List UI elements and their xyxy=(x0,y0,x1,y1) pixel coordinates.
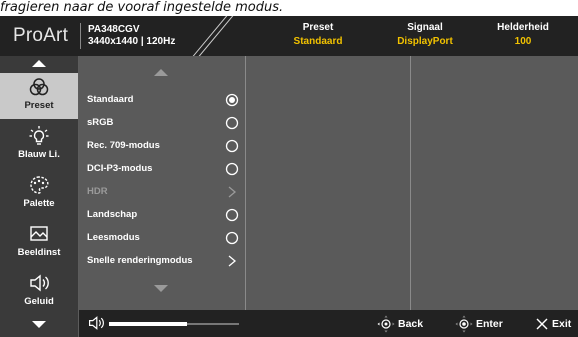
joystick-left-icon xyxy=(377,315,395,332)
osd-menu: ProArt PA348CGV 3440x1440 | 120Hz Preset… xyxy=(0,16,578,337)
header-brightness-key: Helderheid xyxy=(497,22,549,33)
header-signal-value: DisplayPort xyxy=(397,36,453,47)
palette-icon xyxy=(30,176,49,194)
header-preset-value: Standaard xyxy=(293,36,343,47)
chevron-right-icon[interactable] xyxy=(225,254,239,268)
menu-item-snelle-rendering[interactable]: Snelle renderingmodus xyxy=(79,250,245,272)
radio-icon[interactable] xyxy=(225,208,239,222)
submenu-panel-2 xyxy=(246,56,411,310)
volume-slider[interactable] xyxy=(109,322,239,326)
radio-icon[interactable] xyxy=(225,162,239,176)
close-icon xyxy=(536,318,548,329)
sidebar-item-label: Preset xyxy=(24,100,54,111)
joystick-press-icon xyxy=(455,315,473,332)
menu-item-label: Rec. 709-modus xyxy=(87,140,160,151)
exit-label: Exit xyxy=(552,317,572,330)
header-brightness: Helderheid 100 xyxy=(478,21,568,48)
menu-item-label: Snelle renderingmodus xyxy=(87,255,193,266)
sidebar-item-label: Beeldinst xyxy=(17,247,61,258)
menu-item-rec709[interactable]: Rec. 709-modus xyxy=(79,135,245,157)
sidebar-item-preset[interactable]: Preset xyxy=(0,73,78,119)
header-preset: Preset Standaard xyxy=(273,21,363,48)
preset-menu-panel: Standaard sRGB Rec. 709-modus DCI-P3-mod… xyxy=(79,56,246,310)
osd-header: ProArt PA348CGV 3440x1440 | 120Hz Preset… xyxy=(0,16,578,60)
chevron-right-icon xyxy=(228,186,237,198)
header-signal-key: Signaal xyxy=(407,22,443,33)
menu-item-leesmodus[interactable]: Leesmodus xyxy=(79,227,245,249)
preset-icon xyxy=(29,78,49,96)
radio-selected-icon[interactable] xyxy=(225,93,239,107)
menu-item-label: sRGB xyxy=(87,117,114,128)
osd-footer: Back Enter Exit xyxy=(79,310,578,337)
speaker-icon xyxy=(30,274,49,292)
menu-item-label: DCI-P3-modus xyxy=(87,163,153,174)
header-slash-decoration xyxy=(190,16,234,60)
model-info: PA348CGV 3440x1440 | 120Hz xyxy=(88,24,175,48)
menu-item-hdr: HDR xyxy=(79,181,245,203)
header-signal: Signaal DisplayPort xyxy=(380,21,470,48)
menu-up-arrow-icon[interactable] xyxy=(154,68,168,76)
menu-down-arrow-icon[interactable] xyxy=(154,285,168,293)
menu-item-standaard[interactable]: Standaard xyxy=(79,89,245,111)
radio-icon[interactable] xyxy=(225,116,239,130)
sidebar-item-palette[interactable]: Palette xyxy=(0,171,78,217)
menu-item-dci-p3[interactable]: DCI-P3-modus xyxy=(79,158,245,180)
sidebar-item-sound[interactable]: Geluid xyxy=(0,269,78,315)
sidebar-down-arrow-icon[interactable] xyxy=(32,321,46,329)
image-icon xyxy=(30,226,48,241)
submenu-panel-3 xyxy=(411,56,578,310)
exit-button[interactable]: Exit xyxy=(535,314,571,333)
sidebar-item-blue-light[interactable]: Blauw Li. xyxy=(0,122,78,168)
menu-item-label: Landschap xyxy=(87,209,138,220)
sidebar-item-label: Palette xyxy=(23,198,55,209)
model-name: PA348CGV xyxy=(88,24,140,35)
radio-icon[interactable] xyxy=(225,231,239,245)
sidebar-item-image[interactable]: Beeldinst xyxy=(0,220,78,266)
header-brightness-value: 100 xyxy=(514,36,532,47)
sidebar-item-label: Blauw Li. xyxy=(18,149,60,160)
volume-icon xyxy=(89,316,104,330)
back-label: Back xyxy=(398,317,424,330)
menu-item-landschap[interactable]: Landschap xyxy=(79,204,245,226)
volume-slider-fill xyxy=(109,322,187,326)
menu-item-label: HDR xyxy=(87,186,108,197)
enter-label: Enter xyxy=(476,317,503,330)
back-button[interactable]: Back xyxy=(377,314,423,333)
radio-icon[interactable] xyxy=(225,139,239,153)
resolution-text: 3440x1440 | 120Hz xyxy=(88,36,176,47)
logo-divider xyxy=(80,23,81,49)
brand-logo: ProArt xyxy=(13,25,69,46)
menu-item-srgb[interactable]: sRGB xyxy=(79,112,245,134)
sidebar-up-arrow-icon[interactable] xyxy=(32,59,46,67)
menu-item-label: Standaard xyxy=(87,94,134,105)
enter-button[interactable]: Enter xyxy=(455,314,503,333)
sidebar-item-label: Geluid xyxy=(24,296,54,307)
caption-text: fragieren naar de vooraf ingestelde modu… xyxy=(0,0,284,15)
sidebar: Preset Blauw Li. Palette Beeldinst Gelui… xyxy=(0,56,78,337)
bulb-icon xyxy=(29,126,49,145)
menu-item-label: Leesmodus xyxy=(87,232,140,243)
header-preset-key: Preset xyxy=(302,22,334,33)
